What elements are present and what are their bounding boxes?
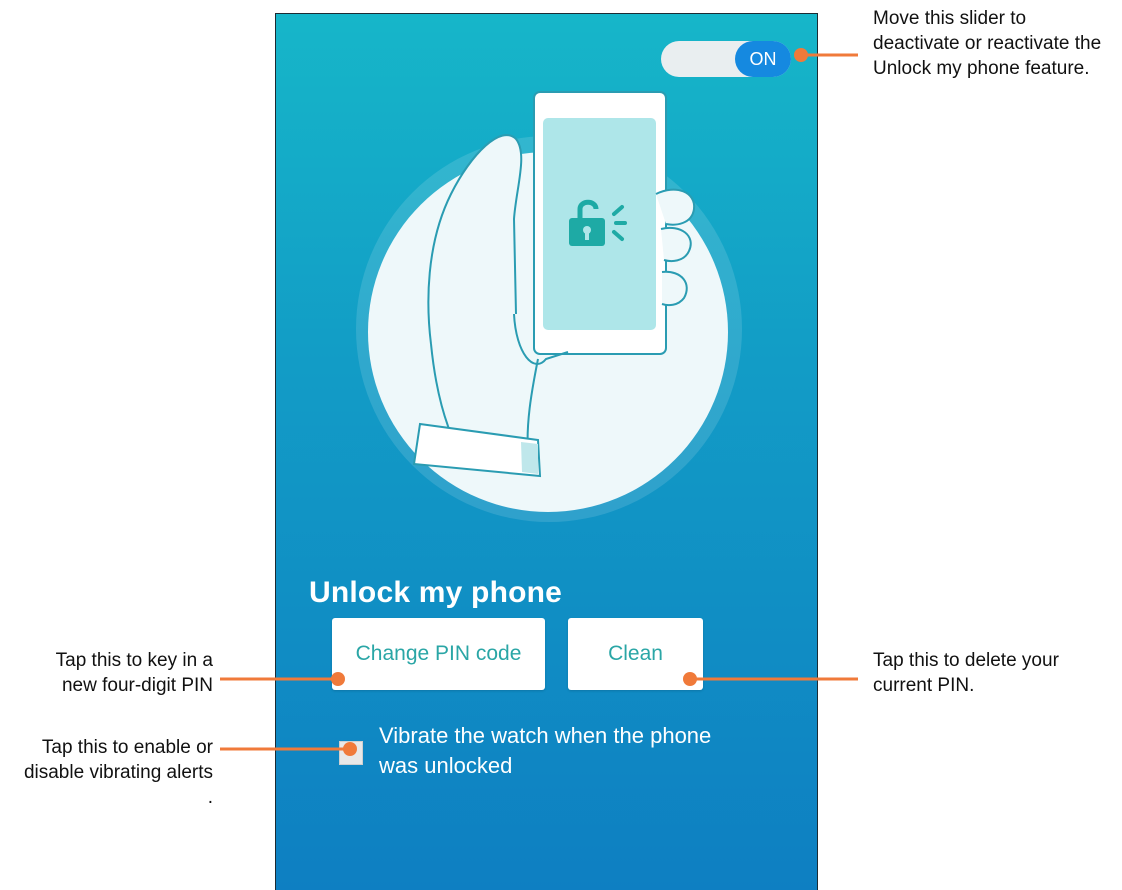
phone-screen: ON Unlock my phone Change PIN code Clean… — [275, 13, 818, 890]
callout-change-pin: Tap this to key in a new four-digit PIN — [55, 650, 213, 696]
page-title: Unlock my phone — [309, 576, 563, 609]
vibrate-label: Vibrate the watch when the phone was unl… — [379, 723, 712, 778]
toggle-state-label: ON — [735, 41, 791, 77]
change-pin-button[interactable]: Change PIN code — [332, 618, 545, 690]
hand-holding-phone-illustration — [356, 91, 742, 522]
unlock-toggle[interactable]: ON — [661, 41, 791, 77]
callout-toggle: Move this slider to deactivate or reacti… — [873, 8, 1102, 79]
clean-button[interactable]: Clean — [568, 618, 703, 690]
callout-clean: Tap this to delete your current PIN. — [873, 650, 1059, 696]
callout-vibrate: Tap this to enable or disable vibrating … — [23, 737, 213, 808]
vibrate-checkbox[interactable] — [339, 741, 363, 765]
unlock-icon — [569, 199, 627, 246]
